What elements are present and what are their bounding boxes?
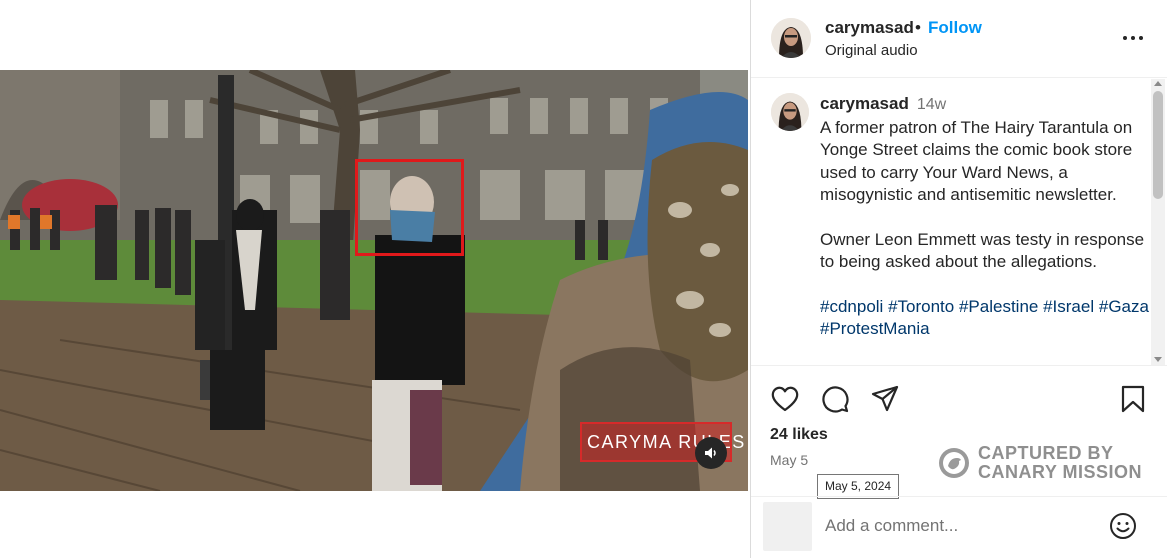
canary-line-1: CAPTURED BY	[978, 443, 1114, 463]
mute-toggle-button[interactable]	[695, 437, 727, 469]
caption-username[interactable]: carymasad	[820, 94, 909, 113]
caption-scrollbar[interactable]	[1151, 79, 1165, 365]
caption-avatar[interactable]	[771, 93, 809, 131]
canary-line-2: CANARY MISSION	[978, 462, 1143, 482]
caption-gap	[820, 274, 1150, 296]
likes-count[interactable]: 24 likes	[770, 426, 828, 444]
caption-area[interactable]: carymasad 14w A former patron of The Hair…	[751, 79, 1167, 365]
post-date[interactable]: May 5	[770, 452, 808, 468]
post-header: carymasad • Follow Original audio	[751, 0, 1167, 78]
avatar-image	[771, 18, 811, 58]
follow-button[interactable]: Follow	[928, 18, 982, 38]
caption-timestamp[interactable]: 14w	[917, 96, 946, 113]
scrollbar-thumb[interactable]	[1153, 91, 1163, 199]
hashtag-link[interactable]: #Israel	[1043, 297, 1094, 316]
hashtag-link[interactable]: #Palestine	[959, 297, 1038, 316]
speaker-icon	[705, 447, 716, 459]
instagram-post-page: CARYMA RULES carymasad • Follow Original…	[0, 0, 1167, 558]
actions-divider	[751, 365, 1167, 366]
hashtag-link[interactable]: #Gaza	[1099, 297, 1149, 316]
audio-link[interactable]: Original audio	[825, 42, 918, 59]
caption-gap	[820, 207, 1150, 229]
comment-divider	[751, 496, 1167, 497]
comment-input[interactable]	[825, 512, 1095, 540]
comment-icon[interactable]	[820, 384, 850, 414]
hashtag-link[interactable]: #Toronto	[888, 297, 954, 316]
scroll-down-arrow-icon[interactable]	[1154, 357, 1162, 362]
post-video[interactable]: CARYMA RULES	[0, 70, 748, 491]
highlight-box	[355, 159, 464, 256]
canary-stamp-text: CAPTURED BY CANARY MISSION	[978, 444, 1142, 482]
share-icon[interactable]	[870, 384, 900, 414]
caption-paragraph-2: Owner Leon Emmett was testy in response …	[820, 229, 1145, 272]
media-pane: CARYMA RULES	[0, 0, 750, 558]
scroll-up-arrow-icon[interactable]	[1154, 81, 1162, 86]
post-side-panel: carymasad • Follow Original audio caryma…	[751, 0, 1167, 558]
header-separator: •	[915, 18, 921, 37]
author-username[interactable]: carymasad	[825, 18, 914, 38]
caption-paragraph-1: A former patron of The Hairy Tarantula o…	[820, 117, 1133, 205]
hashtag-link[interactable]: #ProtestMania	[820, 319, 930, 338]
canary-mission-stamp: CAPTURED BY CANARY MISSION	[938, 444, 1158, 485]
avatar-image	[771, 93, 809, 131]
author-avatar[interactable]	[771, 18, 811, 58]
commenter-avatar-placeholder	[763, 502, 812, 551]
heart-icon[interactable]	[770, 384, 800, 414]
hashtag-link[interactable]: #cdnpoli	[820, 297, 883, 316]
canary-bird-icon	[939, 448, 969, 478]
bookmark-icon[interactable]	[1118, 384, 1148, 414]
caption-hashtags: #cdnpoli #Toronto #Palestine #Israel #Ga…	[820, 296, 1150, 341]
more-horizontal-icon[interactable]	[1121, 28, 1145, 48]
smiley-icon[interactable]	[1108, 511, 1138, 541]
caption-text: carymasad 14w A former patron of The Hair…	[820, 93, 1150, 341]
